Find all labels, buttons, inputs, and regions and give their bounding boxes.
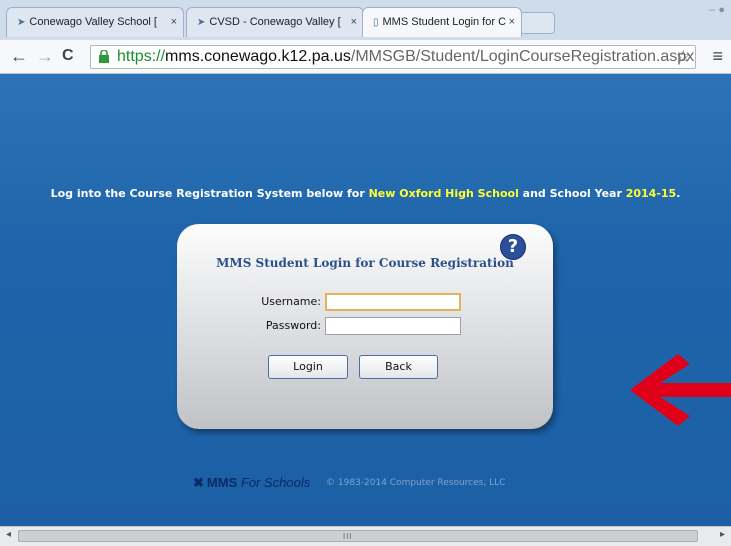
login-title: MMS Student Login for Course Registratio… — [216, 256, 514, 270]
tab-title: Conewago Valley School [ — [29, 16, 157, 28]
url-scheme: https:// — [117, 48, 166, 65]
intro-suffix: . — [676, 187, 681, 200]
horizontal-scrollbar[interactable]: ◂ III ▸ — [0, 526, 731, 546]
close-icon[interactable]: × — [509, 8, 515, 36]
tab-mms-student-login[interactable]: ▯ MMS Student Login for C × — [362, 7, 522, 37]
tab-title: CVSD - Conewago Valley [ — [209, 16, 341, 28]
copyright-text: © 1983-2014 Computer Resources, LLC — [326, 478, 506, 488]
login-panel: ? MMS Student Login for Course Registrat… — [177, 224, 553, 429]
red-arrow-annotation — [630, 354, 731, 426]
eagle-icon: ➤ — [17, 17, 26, 28]
page-icon: ▯ — [373, 17, 379, 28]
back-button[interactable]: Back — [359, 355, 438, 379]
school-name: New Oxford High School — [368, 187, 519, 200]
scrollbar-thumb[interactable]: III — [18, 530, 698, 542]
url-host: mms.conewago.k12.pa.us — [165, 48, 351, 65]
window-controls[interactable]: – ● — [709, 4, 725, 16]
menu-icon[interactable]: ≡ — [712, 46, 723, 67]
scroll-right-icon[interactable]: ▸ — [720, 529, 725, 540]
tab-title: MMS Student Login for C — [382, 16, 507, 28]
reload-icon[interactable]: C — [62, 46, 74, 66]
lock-icon — [99, 50, 109, 63]
password-field[interactable] — [325, 317, 461, 335]
close-icon[interactable]: × — [351, 8, 357, 36]
tab-conewago-valley-school[interactable]: ➤ Conewago Valley School [ × — [6, 7, 184, 37]
password-label: Password: — [265, 319, 321, 332]
username-field[interactable] — [325, 293, 461, 311]
scrollbar-grip: III — [343, 532, 353, 541]
back-arrow-icon[interactable]: ← — [10, 46, 28, 66]
intro-prefix: Log into the Course Registration System … — [50, 187, 369, 200]
eagle-icon: ➤ — [197, 17, 206, 28]
username-label: Username: — [261, 295, 321, 308]
intro-middle: and School Year — [518, 187, 626, 200]
forward-arrow-icon[interactable]: → — [36, 46, 54, 66]
login-button[interactable]: Login — [268, 355, 348, 379]
intro-text: Log into the Course Registration System … — [0, 187, 731, 200]
tab-cvsd-conewago-valley[interactable]: ➤ CVSD - Conewago Valley [ × — [186, 7, 364, 37]
school-year: 2014-15 — [625, 187, 677, 200]
mms-logo-icon: ✖ — [193, 475, 204, 490]
browser-toolbar: ← → C https://mms.conewago.k12.pa.us/MMS… — [0, 40, 731, 74]
close-icon[interactable]: × — [171, 8, 177, 36]
logo-subtitle: For Schools — [240, 475, 311, 490]
url-path: /MMSGB/Student/LoginCourseRegistration.a… — [350, 48, 695, 65]
bookmark-star-icon[interactable]: ☆ — [676, 46, 691, 68]
tab-strip: ➤ Conewago Valley School [ × ➤ CVSD - Cone… — [0, 0, 731, 40]
address-bar[interactable]: https://mms.conewago.k12.pa.us/MMSGB/Stu… — [90, 45, 696, 69]
page-content: Log into the Course Registration System … — [0, 74, 731, 526]
logo-brand: MMS — [206, 475, 238, 490]
mms-logo: ✖ MMS For Schools — [193, 475, 310, 491]
scroll-left-icon[interactable]: ◂ — [6, 529, 11, 540]
